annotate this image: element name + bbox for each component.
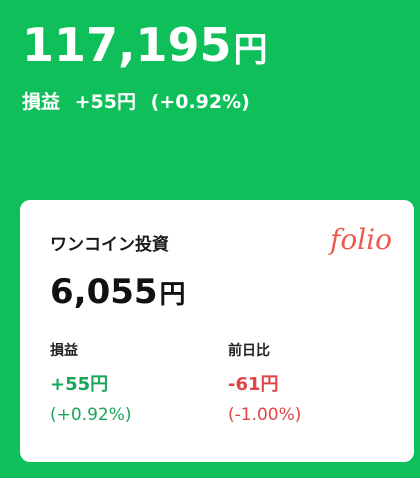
card-profit-label: 損益 xyxy=(50,343,78,359)
card-value: 6,055 円 xyxy=(50,272,186,315)
card-value-amount: 6,055 xyxy=(50,272,158,312)
total-profit-percent: (+0.92%) xyxy=(150,91,250,113)
card-day-change-amount: -61円 xyxy=(228,374,279,395)
card-day-change-percent: (-1.00%) xyxy=(228,405,302,425)
card-day-change-section: 前日比 -61円 (-1.00%) xyxy=(228,342,301,426)
card-profit-percent: (+0.92%) xyxy=(50,405,132,425)
one-coin-investment-card[interactable]: ワンコイン投資 folio 6,055 円 損益 +55円 (+0.92%) 前… xyxy=(20,200,414,462)
card-profit-amount: +55円 xyxy=(50,374,109,395)
total-profit-loss: 損益 +55円 (+0.92%) xyxy=(22,90,250,114)
total-profit-label: 損益 xyxy=(22,91,61,113)
folio-logo: folio xyxy=(330,223,392,256)
card-profit-section: 損益 +55円 (+0.92%) xyxy=(50,342,132,426)
portfolio-header: 117,195 円 損益 +55円 (+0.92%) xyxy=(0,0,420,200)
total-asset-unit: 円 xyxy=(233,30,268,70)
total-asset-amount: 117,195 xyxy=(22,18,232,72)
total-profit-amount: +55円 xyxy=(74,91,137,113)
card-value-unit: 円 xyxy=(159,280,186,310)
card-title: ワンコイン投資 xyxy=(50,235,169,255)
card-day-change-label: 前日比 xyxy=(228,343,270,359)
total-asset-value: 117,195 円 xyxy=(22,20,268,75)
